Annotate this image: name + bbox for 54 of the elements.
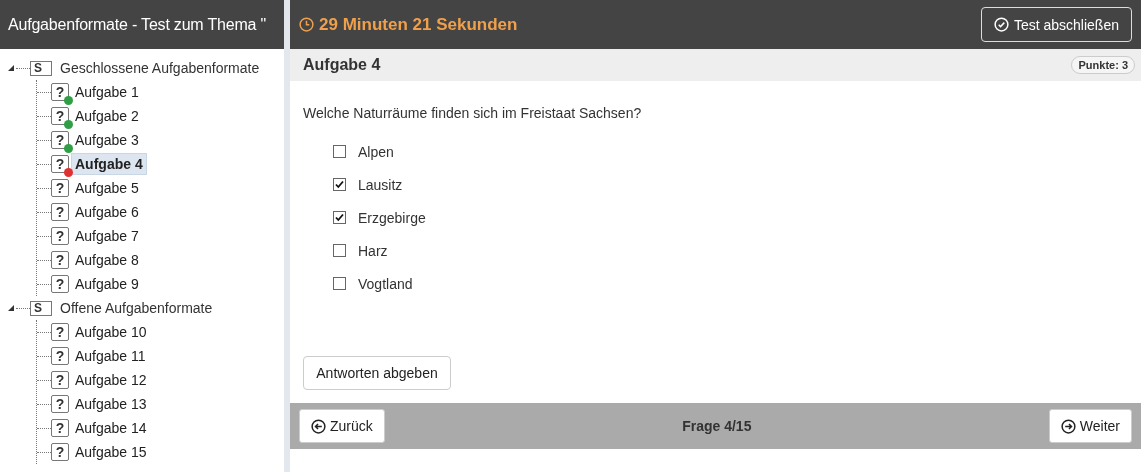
window-title: Aufgabenformate - Test zum Thema " bbox=[7, 15, 266, 34]
tree-group[interactable]: Geschlossene Aufgabenformate bbox=[60, 60, 260, 76]
tree-item[interactable]: Aufgabe 14 bbox=[71, 417, 151, 439]
tree-item[interactable]: Aufgabe 9 bbox=[71, 273, 143, 295]
option-label: Erzgebirge bbox=[358, 209, 426, 226]
tree-item[interactable]: Aufgabe 10 bbox=[71, 321, 151, 343]
question-icon: ? bbox=[51, 395, 69, 413]
tree-item[interactable]: Aufgabe 7 bbox=[71, 225, 143, 247]
tree-item[interactable]: Aufgabe 8 bbox=[71, 249, 143, 271]
question-text: Welche Naturräume finden sich im Freistaat Sachsen? bbox=[303, 105, 643, 121]
tree-item[interactable]: Aufgabe 3 bbox=[71, 129, 143, 151]
submit-answers-button[interactable]: Antworten abgeben bbox=[303, 356, 451, 390]
tree-item[interactable]: Aufgabe 4 bbox=[71, 153, 147, 175]
tree-item[interactable]: Aufgabe 1 bbox=[71, 81, 143, 103]
task-title: Aufgabe 4 bbox=[303, 56, 381, 74]
tree-item[interactable]: Aufgabe 13 bbox=[71, 393, 151, 415]
tree-item[interactable]: Aufgabe 6 bbox=[71, 201, 143, 223]
tree-item[interactable]: Aufgabe 15 bbox=[71, 441, 151, 463]
checkbox[interactable] bbox=[333, 178, 346, 191]
checkbox[interactable] bbox=[333, 211, 346, 224]
question-icon: ? bbox=[51, 323, 69, 341]
points-badge: Punkte: 3 bbox=[1071, 56, 1135, 74]
question-icon: ? bbox=[51, 371, 69, 389]
next-button[interactable]: Weiter bbox=[1048, 409, 1132, 443]
option-label: Lausitz bbox=[358, 176, 403, 193]
tree-item[interactable]: Aufgabe 12 bbox=[71, 369, 151, 391]
expander-icon[interactable] bbox=[8, 65, 14, 71]
question-icon: ? bbox=[51, 275, 69, 293]
tree-item[interactable]: Aufgabe 5 bbox=[71, 177, 143, 199]
check-circle-icon bbox=[993, 17, 1009, 32]
question-icon: ? bbox=[51, 251, 69, 269]
expander-icon[interactable] bbox=[8, 305, 14, 311]
tree-group[interactable]: Offene Aufgabenformate bbox=[60, 300, 213, 316]
progress-text: Frage 4/15 bbox=[682, 418, 752, 434]
option-label: Vogtland bbox=[358, 275, 413, 292]
section-icon: S bbox=[30, 300, 52, 316]
question-icon: ? bbox=[51, 419, 69, 437]
section-icon: S bbox=[30, 60, 52, 76]
back-button[interactable]: Zurück bbox=[299, 409, 385, 443]
question-icon: ? bbox=[51, 347, 69, 365]
checkbox[interactable] bbox=[333, 145, 346, 158]
finish-test-button[interactable]: Test abschließen bbox=[980, 7, 1132, 42]
timer: 29 Minuten 21 Sekunden bbox=[290, 14, 981, 35]
tree-item[interactable]: Aufgabe 11 bbox=[71, 345, 150, 367]
checkbox[interactable] bbox=[333, 244, 346, 257]
question-icon: ? bbox=[51, 443, 69, 461]
question-icon: ? bbox=[51, 203, 69, 221]
tree-item[interactable]: Aufgabe 2 bbox=[71, 105, 143, 127]
question-icon: ? bbox=[51, 227, 69, 245]
checkbox[interactable] bbox=[333, 277, 346, 290]
option-label: Harz bbox=[358, 242, 388, 259]
option-label: Alpen bbox=[358, 143, 394, 160]
question-icon: ? bbox=[51, 179, 69, 197]
clock-icon bbox=[299, 17, 314, 32]
